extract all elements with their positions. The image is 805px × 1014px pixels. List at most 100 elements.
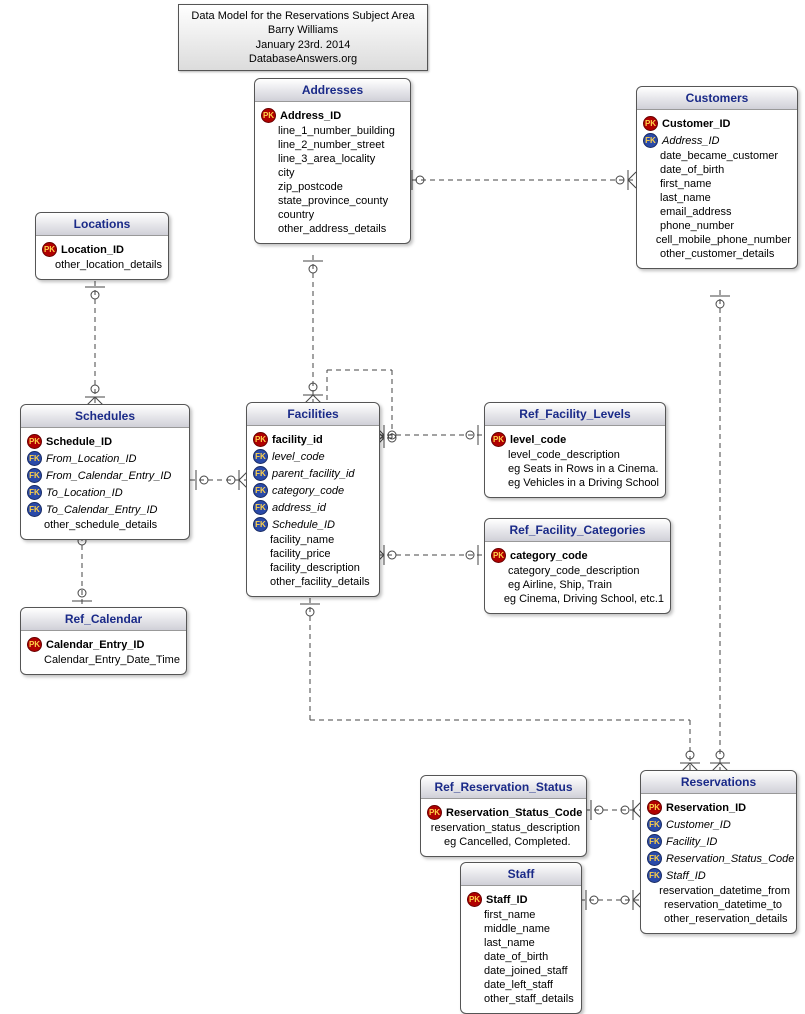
attribute-row: other_address_details: [261, 223, 404, 235]
attribute-label: email_address: [660, 206, 732, 218]
primary-key-icon: PK: [42, 242, 57, 257]
foreign-key-icon: FK: [647, 834, 662, 849]
attribute-row: eg Cancelled, Completed.: [427, 836, 580, 848]
entity-title: Addresses: [255, 79, 410, 102]
foreign-key-icon: FK: [27, 502, 42, 517]
attribute-row: PKReservation_Status_Code: [427, 805, 580, 820]
foreign-key-icon: FK: [27, 485, 42, 500]
foreign-key-icon: FK: [253, 517, 268, 532]
attribute-label: Customer_ID: [666, 819, 731, 831]
attribute-label: zip_postcode: [278, 181, 343, 193]
attribute-label: Reservation_Status_Code: [666, 853, 794, 865]
attribute-row: reservation_status_description: [427, 822, 580, 834]
attribute-row: date_joined_staff: [467, 965, 575, 977]
attribute-label: Schedule_ID: [46, 436, 112, 448]
attribute-row: first_name: [467, 909, 575, 921]
attribute-label: line_2_number_street: [278, 139, 384, 151]
attribute-label: Address_ID: [662, 135, 719, 147]
attribute-label: address_id: [272, 502, 326, 514]
attribute-row: first_name: [643, 178, 791, 190]
attribute-label: other_customer_details: [660, 248, 774, 260]
attribute-label: other_reservation_details: [664, 913, 788, 925]
entity-ref-reservation-status: Ref_Reservation_Status PKReservation_Sta…: [420, 775, 587, 857]
primary-key-icon: PK: [491, 548, 506, 563]
attribute-row: cell_mobile_phone_number: [643, 234, 791, 246]
attribute-label: first_name: [660, 178, 711, 190]
foreign-key-icon: FK: [27, 451, 42, 466]
entity-title: Staff: [461, 863, 581, 886]
entity-title: Ref_Reservation_Status: [421, 776, 586, 799]
attribute-label: middle_name: [484, 923, 550, 935]
foreign-key-icon: FK: [647, 851, 662, 866]
attribute-label: From_Calendar_Entry_ID: [46, 470, 171, 482]
entity-locations: Locations PKLocation_IDother_location_de…: [35, 212, 169, 280]
attribute-row: PKReservation_ID: [647, 800, 790, 815]
attribute-label: Location_ID: [61, 244, 124, 256]
entity-customers: Customers PKCustomer_IDFKAddress_IDdate_…: [636, 86, 798, 269]
attribute-label: Schedule_ID: [272, 519, 335, 531]
entity-title: Customers: [637, 87, 797, 110]
primary-key-icon: PK: [27, 637, 42, 652]
entity-title: Reservations: [641, 771, 796, 794]
attribute-row: reservation_datetime_from: [647, 885, 790, 897]
attribute-row: FK Address_ID: [643, 133, 791, 148]
attribute-row: PK Location_ID: [42, 242, 162, 257]
attribute-row: PKAddress_ID: [261, 108, 404, 123]
attribute-label: Reservation_ID: [666, 802, 746, 814]
attribute-label: level_code_description: [508, 449, 620, 461]
attribute-row: date_left_staff: [467, 979, 575, 991]
attribute-label: facility_price: [270, 548, 331, 560]
attribute-label: line_3_area_locality: [278, 153, 375, 165]
entity-ref-facility-levels: Ref_Facility_Levels PKlevel_codelevel_co…: [484, 402, 666, 498]
attribute-row: email_address: [643, 206, 791, 218]
attribute-label: Staff_ID: [486, 894, 528, 906]
attribute-row: other_reservation_details: [647, 913, 790, 925]
attribute-row: eg Airline, Ship, Train: [491, 579, 664, 591]
foreign-key-icon: FK: [253, 500, 268, 515]
entity-ref-facility-categories: Ref_Facility_Categories PKcategory_codec…: [484, 518, 671, 614]
entity-title: Locations: [36, 213, 168, 236]
attribute-row: state_province_county: [261, 195, 404, 207]
entity-facilities: Facilities PKfacility_idFKlevel_codeFKpa…: [246, 402, 380, 597]
primary-key-icon: PK: [643, 116, 658, 131]
foreign-key-icon: FK: [253, 449, 268, 464]
attribute-row: PK Staff_ID: [467, 892, 575, 907]
info-line: Barry Williams: [187, 23, 419, 37]
attribute-label: Reservation_Status_Code: [446, 807, 582, 819]
entity-title: Schedules: [21, 405, 189, 428]
primary-key-icon: PK: [467, 892, 482, 907]
attribute-row: PKCalendar_Entry_ID: [27, 637, 180, 652]
attribute-row: FKparent_facility_id: [253, 466, 373, 481]
attribute-row: city: [261, 167, 404, 179]
foreign-key-icon: FK: [27, 468, 42, 483]
attribute-label: country: [278, 209, 314, 221]
entity-title: Facilities: [247, 403, 379, 426]
attribute-row: FKTo_Location_ID: [27, 485, 183, 500]
foreign-key-icon: FK: [643, 133, 658, 148]
attribute-label: city: [278, 167, 295, 179]
attribute-label: Address_ID: [280, 110, 341, 122]
attribute-row: FK Customer_ID: [647, 817, 790, 832]
attribute-label: other_staff_details: [484, 993, 574, 1005]
attribute-row: FKFacility_ID: [647, 834, 790, 849]
info-line: Data Model for the Reservations Subject …: [187, 9, 419, 23]
attribute-label: reservation_status_description: [431, 822, 580, 834]
primary-key-icon: PK: [27, 434, 42, 449]
attribute-label: other_schedule_details: [44, 519, 157, 531]
attribute-label: last_name: [484, 937, 535, 949]
attribute-row: facility_name: [253, 534, 373, 546]
attribute-row: FK To_Calendar_Entry_ID: [27, 502, 183, 517]
info-line: January 23rd. 2014: [187, 38, 419, 52]
attribute-label: category_code_description: [508, 565, 639, 577]
entity-reservations: Reservations PKReservation_ID FK Customer_…: [640, 770, 797, 934]
attribute-label: state_province_county: [278, 195, 388, 207]
foreign-key-icon: FK: [253, 483, 268, 498]
foreign-key-icon: FK: [647, 817, 662, 832]
attribute-label: To_Calendar_Entry_ID: [46, 504, 158, 516]
attribute-label: date_of_birth: [660, 164, 724, 176]
attribute-row: PKfacility_id: [253, 432, 373, 447]
info-line: DatabaseAnswers.org: [187, 52, 419, 66]
attribute-label: From_Location_ID: [46, 453, 137, 465]
attribute-label: line_1_number_building: [278, 125, 395, 137]
attribute-label: eg Airline, Ship, Train: [508, 579, 612, 591]
